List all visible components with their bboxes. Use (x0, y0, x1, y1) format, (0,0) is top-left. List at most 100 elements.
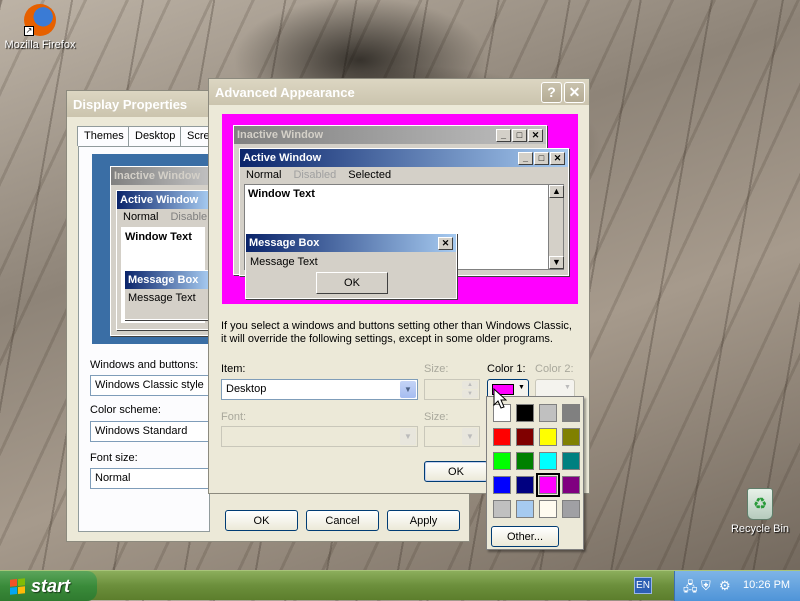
size-spinner: ▲ ▼ (424, 379, 480, 400)
firefox-icon: ↗ (24, 4, 56, 36)
dp-message-text: Message Text (128, 292, 196, 304)
color-scheme-label: Color scheme: (90, 404, 161, 416)
taskbar: start EN 🖧 ⛨ ⚙ 10:26 PM (0, 570, 800, 601)
aa-message-box-title: Message Box (249, 237, 320, 249)
desktop-icon-firefox[interactable]: ↗ Mozilla Firefox (0, 4, 80, 51)
dp-preview-message-box: Message Box Message Text (124, 270, 210, 320)
color-swatch[interactable] (493, 428, 511, 446)
font-size-label: Font size: (90, 452, 138, 464)
dp-apply-button[interactable]: Apply (387, 510, 460, 531)
aa-preview-ok-button[interactable]: OK (316, 272, 388, 294)
color-swatch[interactable] (539, 500, 557, 518)
aa-window-text[interactable]: Window Text (248, 188, 315, 200)
aa-active-title: Active Window (243, 152, 322, 164)
minimize-icon: _ (496, 128, 511, 142)
dp-cancel-button[interactable]: Cancel (306, 510, 379, 531)
aa-scrollbar[interactable]: ▲ ▼ (548, 185, 564, 269)
windows-buttons-label: Windows and buttons: (90, 359, 199, 371)
mouse-cursor-icon (493, 388, 507, 409)
close-icon: ✕ (438, 236, 453, 250)
font-size-label: Size: (424, 411, 449, 423)
item-select[interactable]: Desktop ▼ (221, 379, 418, 400)
aa-menu-selected[interactable]: Selected (348, 169, 391, 181)
chevron-down-icon: ▼ (564, 384, 571, 391)
note-line-2: it will override the following settings,… (221, 333, 553, 345)
desktop-icon-label: Mozilla Firefox (4, 39, 76, 51)
color-swatch[interactable] (536, 473, 560, 497)
windows-logo-icon (10, 577, 25, 595)
language-indicator[interactable]: EN (634, 577, 652, 594)
start-label: start (31, 575, 71, 596)
minimize-icon: _ (518, 151, 533, 165)
dp-message-box-title: Message Box (128, 274, 199, 286)
dp-menu-normal: Normal (123, 211, 159, 223)
font-size-select[interactable]: Normal (90, 468, 210, 489)
color-swatch[interactable] (539, 452, 557, 470)
color-swatch[interactable] (493, 452, 511, 470)
aa-menu-normal[interactable]: Normal (246, 169, 281, 181)
item-value: Desktop (226, 383, 267, 395)
size-label: Size: (424, 363, 449, 375)
tab-desktop[interactable]: Desktop (128, 126, 183, 146)
color-swatch[interactable] (516, 476, 534, 494)
other-colors-button[interactable]: Other... (491, 526, 559, 547)
aa-menu-disabled[interactable]: Disabled (293, 169, 336, 181)
color-swatch[interactable] (539, 428, 557, 446)
aa-inactive-title: Inactive Window (237, 129, 324, 141)
scroll-down-icon: ▼ (549, 256, 564, 269)
scroll-up-icon: ▲ (549, 185, 564, 198)
color-swatch[interactable] (562, 404, 580, 422)
color-swatch[interactable] (516, 452, 534, 470)
windows-buttons-select[interactable]: Windows Classic style (90, 375, 210, 396)
color-swatch[interactable] (562, 452, 580, 470)
spin-down-icon: ▼ (462, 390, 478, 398)
color-swatch[interactable] (562, 476, 580, 494)
dp-menu-disabled: Disable (170, 211, 208, 223)
color-swatch[interactable] (539, 404, 557, 422)
color-scheme-select[interactable]: Windows Standard (90, 421, 210, 442)
color2-label: Color 2: (535, 363, 574, 375)
color-palette-popup: Other... (486, 396, 584, 550)
help-icon[interactable]: ? (541, 81, 562, 103)
dp-active-title: Active Window (120, 194, 199, 206)
recycle-bin-icon (747, 488, 773, 520)
font-select: ▼ (221, 426, 418, 447)
chevron-down-icon: ▼ (400, 428, 416, 445)
close-icon: ✕ (550, 151, 565, 165)
update-icon[interactable]: ⚙ (719, 578, 731, 594)
security-icon[interactable]: ⛨ (701, 578, 711, 594)
aa-ok-button[interactable]: OK (424, 461, 488, 482)
start-button[interactable]: start (0, 571, 97, 601)
chevron-down-icon: ▼ (462, 428, 478, 445)
color1-label: Color 1: (487, 363, 526, 375)
maximize-icon: □ (534, 151, 549, 165)
font-label: Font: (221, 411, 247, 423)
color-swatch[interactable] (516, 404, 534, 422)
window-title: Display Properties (73, 96, 188, 112)
color-swatch[interactable] (493, 476, 511, 494)
note-line-1: If you select a windows and buttons sett… (221, 320, 572, 332)
aa-preview-message-box[interactable]: Message Box ✕ Message Text OK (245, 233, 457, 299)
color-swatch[interactable] (516, 428, 534, 446)
color-swatch[interactable] (516, 500, 534, 518)
network-icon[interactable]: 🖧 (683, 578, 698, 600)
chevron-down-icon: ▼ (518, 384, 525, 391)
aa-message-text: Message Text (250, 256, 318, 268)
color-swatch[interactable] (562, 500, 580, 518)
desktop-icon-recycle-bin[interactable]: Recycle Bin (720, 488, 800, 535)
close-icon: ✕ (528, 128, 543, 142)
spin-up-icon: ▲ (462, 381, 478, 389)
font-size-select: ▼ (424, 426, 480, 447)
advanced-appearance-titlebar[interactable]: Advanced Appearance ? ✕ (209, 79, 589, 105)
clock[interactable]: 10:26 PM (743, 579, 790, 591)
system-tray: 🖧 ⛨ ⚙ 10:26 PM (674, 571, 800, 601)
window-title: Advanced Appearance (215, 84, 355, 100)
tab-themes[interactable]: Themes (77, 126, 131, 146)
chevron-down-icon: ▼ (400, 381, 416, 398)
desktop-icon-label: Recycle Bin (730, 523, 790, 535)
color-swatch[interactable] (493, 500, 511, 518)
dp-inactive-title: Inactive Window (114, 170, 201, 182)
dp-ok-button[interactable]: OK (225, 510, 298, 531)
color-swatch[interactable] (562, 428, 580, 446)
close-icon[interactable]: ✕ (564, 81, 585, 103)
